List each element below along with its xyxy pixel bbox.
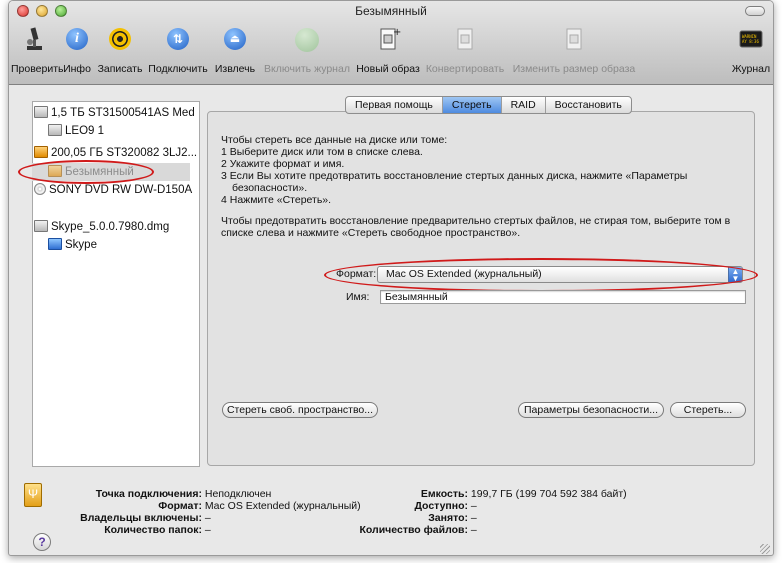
tab-first-aid[interactable]: Первая помощь — [346, 97, 443, 113]
instruction-line: 4 Нажмите «Стереть». — [221, 194, 332, 206]
list-item-dmg[interactable]: Skype_5.0.0.7980.dmg — [34, 218, 169, 236]
external-volume-icon — [48, 164, 62, 177]
radiation-icon — [106, 25, 134, 53]
format-select[interactable]: Mac OS Extended (журнальный) ▲ ▼ — [377, 266, 743, 283]
external-disk-icon — [34, 145, 48, 158]
help-button[interactable]: ? — [33, 533, 51, 551]
tab-bar: Первая помощь Стереть RAID Восстановить — [345, 96, 632, 114]
list-item-volume-selected[interactable]: Безымянный — [32, 163, 190, 181]
resize-image-button[interactable]: Изменить размер образа — [509, 23, 639, 79]
list-item-skype-volume[interactable]: Skype — [48, 236, 97, 254]
list-item-disk-1[interactable]: 1,5 ТБ ST31500541AS Med — [34, 104, 195, 122]
info-button[interactable]: i Инфо — [59, 23, 95, 79]
log-button[interactable]: WARNIN AY 8:36 Журнал — [729, 23, 773, 79]
instruction-line: безопасности». — [232, 182, 308, 194]
info-icon: i — [63, 25, 91, 53]
security-options-button[interactable]: Параметры безопасности... — [518, 402, 664, 418]
usb-disk-icon — [24, 483, 42, 507]
disk-image-icon — [34, 219, 48, 232]
select-arrows-icon: ▲ ▼ — [728, 267, 742, 283]
window-title: Безымянный — [355, 4, 427, 18]
instruction-line: 1 Выберите диск или том в списке слева. — [221, 146, 423, 158]
enable-journal-button[interactable]: Включить журнал — [259, 23, 355, 79]
convert-button[interactable]: Конвертировать — [421, 23, 509, 79]
info-mount-point: Точка подключения: Неподключен — [95, 488, 272, 500]
volume-icon — [48, 123, 62, 136]
console-icon: WARNIN AY 8:36 — [737, 25, 765, 53]
instruction-line: Чтобы стереть все данные на диске или то… — [221, 134, 448, 146]
svg-text:AY 8:36: AY 8:36 — [742, 39, 759, 44]
resize-image-icon — [560, 25, 588, 53]
instruction-line: 3 Если Вы хотите предотвратить восстанов… — [221, 170, 688, 182]
format-label: Формат: — [336, 268, 377, 280]
optical-disc-icon — [34, 182, 46, 195]
tab-raid[interactable]: RAID — [502, 97, 546, 113]
instruction-line: 2 Укажите формат и имя. — [221, 158, 345, 170]
instruction-line: списке слева и нажмите «Стереть свободно… — [221, 227, 521, 239]
erase-button[interactable]: Стереть... — [670, 402, 746, 418]
svg-text:+: + — [393, 27, 401, 38]
mount-button[interactable]: ⇅ Подключить — [145, 23, 211, 79]
instruction-line: Чтобы предотвратить восстановление предв… — [221, 215, 731, 227]
titlebar: Безымянный Проверить i Инфо Записать ⇅ П… — [9, 1, 773, 85]
journal-icon — [293, 25, 321, 53]
info-files: Количество файлов: – — [359, 524, 477, 536]
name-label: Имя: — [346, 291, 370, 303]
info-format: Формат: Mac OS Extended (журнальный) — [158, 500, 361, 512]
info-owners: Владельцы включены: – — [80, 512, 211, 524]
tab-erase[interactable]: Стереть — [442, 97, 502, 113]
mounted-image-icon — [48, 237, 62, 250]
new-image-button[interactable]: + Новый образ — [355, 23, 421, 79]
eject-button[interactable]: ⏏ Извлечь — [211, 23, 259, 79]
convert-icon — [451, 25, 479, 53]
list-item-disk-2[interactable]: 200,05 ГБ ST320082 3LJ2... — [34, 144, 197, 162]
erase-free-space-button[interactable]: Стереть своб. пространство... — [222, 402, 378, 418]
burn-button[interactable]: Записать — [94, 23, 146, 79]
eject-icon: ⏏ — [221, 25, 249, 53]
list-item-volume-leo9[interactable]: LEO9 1 — [48, 122, 104, 140]
name-input[interactable]: Безымянный — [380, 290, 746, 304]
resize-grip-icon[interactable] — [760, 544, 770, 554]
info-capacity: Емкость: 199,7 ГБ (199 704 592 384 байт) — [420, 488, 627, 500]
info-folders: Количество папок: – — [104, 524, 211, 536]
mount-icon: ⇅ — [164, 25, 192, 53]
new-image-icon: + — [374, 25, 402, 53]
toolbar-toggle-button[interactable] — [745, 6, 765, 16]
microscope-icon — [20, 25, 48, 53]
info-used: Занято: – — [428, 512, 477, 524]
info-available: Доступно: – — [414, 500, 477, 512]
tab-restore[interactable]: Восстановить — [546, 97, 631, 113]
list-item-dvd-drive[interactable]: SONY DVD RW DW-D150A — [34, 181, 192, 199]
hard-disk-icon — [34, 105, 48, 118]
verify-button[interactable]: Проверить — [11, 23, 64, 79]
